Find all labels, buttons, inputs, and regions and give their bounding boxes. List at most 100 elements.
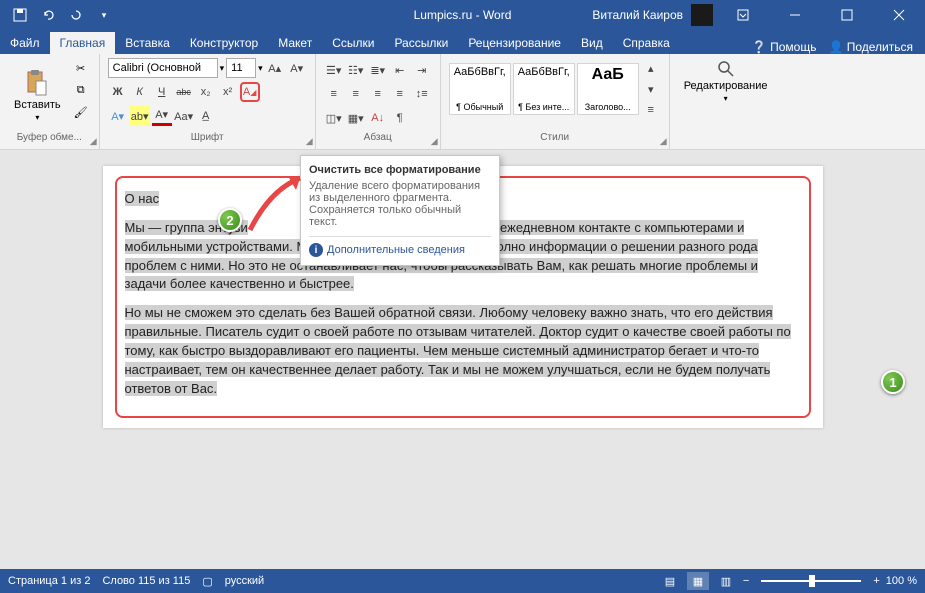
align-center-icon[interactable]: ≡: [346, 84, 366, 104]
maximize-icon[interactable]: [825, 0, 869, 30]
doc-heading[interactable]: О нас: [125, 191, 160, 206]
callout-2: 2: [218, 208, 242, 232]
user-name[interactable]: Виталий Каиров: [592, 8, 683, 22]
group-label-font: Шрифт: [108, 132, 307, 145]
clear-formatting-button[interactable]: A◢: [240, 82, 260, 102]
tab-view[interactable]: Вид: [571, 32, 613, 54]
group-font: Calibri (Основной▾ 11▾ A▴ A▾ Ж К Ч abc x…: [100, 54, 316, 149]
group-label-paragraph: Абзац: [324, 132, 432, 145]
char-border-icon[interactable]: A̲: [196, 106, 216, 126]
tab-layout[interactable]: Макет: [268, 32, 322, 54]
styles-up-icon[interactable]: ▴: [641, 58, 661, 78]
quick-access-toolbar: ▾: [0, 3, 124, 27]
paragraph-launcher-icon[interactable]: ◢: [431, 136, 438, 147]
font-size-combo[interactable]: 11: [226, 58, 256, 78]
status-language[interactable]: русский: [225, 575, 264, 587]
zoom-in-icon[interactable]: +: [873, 575, 879, 587]
tooltip-clear-formatting: Очистить все форматирование Удаление все…: [300, 155, 500, 266]
status-words[interactable]: Слово 115 из 115: [102, 575, 190, 587]
italic-button[interactable]: К: [130, 82, 150, 102]
show-marks-icon[interactable]: ¶: [390, 108, 410, 128]
styles-down-icon[interactable]: ▾: [641, 79, 661, 99]
text-effects-icon[interactable]: A▾: [108, 106, 128, 126]
tooltip-body: Удаление всего форматирования из выделен…: [309, 180, 491, 228]
align-right-icon[interactable]: ≡: [368, 84, 388, 104]
status-page[interactable]: Страница 1 из 2: [8, 575, 90, 587]
status-bar: Страница 1 из 2 Слово 115 из 115 ▢ русск…: [0, 569, 925, 593]
increase-indent-icon[interactable]: ⇥: [412, 60, 432, 80]
font-name-combo[interactable]: Calibri (Основной: [108, 58, 218, 78]
subscript-button[interactable]: x₂: [196, 82, 216, 102]
tab-insert[interactable]: Вставка: [115, 32, 180, 54]
grow-font-icon[interactable]: A▴: [265, 58, 285, 78]
undo-icon[interactable]: [36, 3, 60, 27]
cut-icon[interactable]: ✂: [71, 58, 91, 78]
group-label-styles: Стили: [449, 132, 661, 145]
style-normal[interactable]: АаБбВвГг,¶ Обычный: [449, 63, 511, 115]
font-launcher-icon[interactable]: ◢: [306, 136, 313, 147]
avatar[interactable]: [691, 4, 713, 26]
group-label-clipboard: Буфер обме...: [8, 132, 91, 145]
help-link[interactable]: ❔ Помощь: [752, 40, 817, 54]
web-layout-icon[interactable]: ▥: [715, 572, 737, 590]
paste-button[interactable]: Вставить ▾: [8, 58, 67, 132]
bold-button[interactable]: Ж: [108, 82, 128, 102]
shading-icon[interactable]: ◫▾: [324, 108, 344, 128]
annotation-arrow: [240, 170, 320, 240]
read-mode-icon[interactable]: ▤: [659, 572, 681, 590]
style-no-spacing[interactable]: АаБбВвГг,¶ Без инте...: [513, 63, 575, 115]
minimize-icon[interactable]: [773, 0, 817, 30]
window-title: Lumpics.ru - Word: [414, 8, 512, 22]
change-case-icon[interactable]: Aa▾: [174, 106, 194, 126]
close-icon[interactable]: [877, 0, 921, 30]
copy-icon[interactable]: ⧉: [71, 80, 91, 100]
bullets-icon[interactable]: ☰▾: [324, 60, 344, 80]
shrink-font-icon[interactable]: A▾: [287, 58, 307, 78]
numbering-icon[interactable]: ☷▾: [346, 60, 366, 80]
group-editing: Редактирование ▾: [670, 54, 782, 149]
editing-button[interactable]: Редактирование ▾: [678, 58, 774, 105]
title-bar: ▾ Lumpics.ru - Word Виталий Каиров: [0, 0, 925, 30]
ribbon-options-icon[interactable]: [721, 0, 765, 30]
borders-icon[interactable]: ▦▾: [346, 108, 366, 128]
callout-1: 1: [881, 370, 905, 394]
ribbon-tabs: Файл Главная Вставка Конструктор Макет С…: [0, 30, 925, 54]
style-heading[interactable]: АаБЗаголово...: [577, 63, 639, 115]
sort-icon[interactable]: A↓: [368, 108, 388, 128]
styles-more-icon[interactable]: ≡: [641, 100, 661, 120]
tab-home[interactable]: Главная: [50, 32, 116, 54]
tab-mailings[interactable]: Рассылки: [384, 32, 458, 54]
multilevel-icon[interactable]: ≣▾: [368, 60, 388, 80]
font-color-icon[interactable]: A▾: [152, 106, 172, 126]
superscript-button[interactable]: x²: [218, 82, 238, 102]
styles-launcher-icon[interactable]: ◢: [660, 136, 667, 147]
zoom-slider[interactable]: [761, 580, 861, 582]
group-paragraph: ☰▾ ☷▾ ≣▾ ⇤ ⇥ ≡ ≡ ≡ ≡ ↕≡ ◫▾ ▦▾ A↓ ¶ Абзац…: [316, 54, 441, 149]
proofing-icon[interactable]: ▢: [202, 575, 212, 588]
underline-button[interactable]: Ч: [152, 82, 172, 102]
highlight-icon[interactable]: ab▾: [130, 106, 150, 126]
line-spacing-icon[interactable]: ↕≡: [412, 84, 432, 104]
doc-paragraph-2[interactable]: Но мы не сможем это сделать без Вашей об…: [125, 304, 801, 398]
tab-review[interactable]: Рецензирование: [458, 32, 571, 54]
clipboard-launcher-icon[interactable]: ◢: [90, 136, 97, 147]
decrease-indent-icon[interactable]: ⇤: [390, 60, 410, 80]
zoom-level[interactable]: 100 %: [886, 575, 917, 587]
justify-icon[interactable]: ≡: [390, 84, 410, 104]
autosave-icon[interactable]: [8, 3, 32, 27]
zoom-out-icon[interactable]: −: [743, 575, 749, 587]
tab-design[interactable]: Конструктор: [180, 32, 268, 54]
redo-icon[interactable]: [64, 3, 88, 27]
group-clipboard: Вставить ▾ ✂ ⧉ 🖌 Буфер обме... ◢: [0, 54, 100, 149]
tab-help[interactable]: Справка: [613, 32, 680, 54]
print-layout-icon[interactable]: ▦: [687, 572, 709, 590]
tooltip-more-link[interactable]: i Дополнительные сведения: [309, 236, 491, 257]
format-painter-icon[interactable]: 🖌: [71, 102, 91, 122]
qat-dropdown-icon[interactable]: ▾: [92, 3, 116, 27]
tab-file[interactable]: Файл: [0, 32, 50, 54]
align-left-icon[interactable]: ≡: [324, 84, 344, 104]
tab-references[interactable]: Ссылки: [322, 32, 384, 54]
share-link[interactable]: 👤 Поделиться: [828, 40, 913, 54]
strike-button[interactable]: abc: [174, 82, 194, 102]
group-styles: АаБбВвГг,¶ Обычный АаБбВвГг,¶ Без инте..…: [441, 54, 670, 149]
